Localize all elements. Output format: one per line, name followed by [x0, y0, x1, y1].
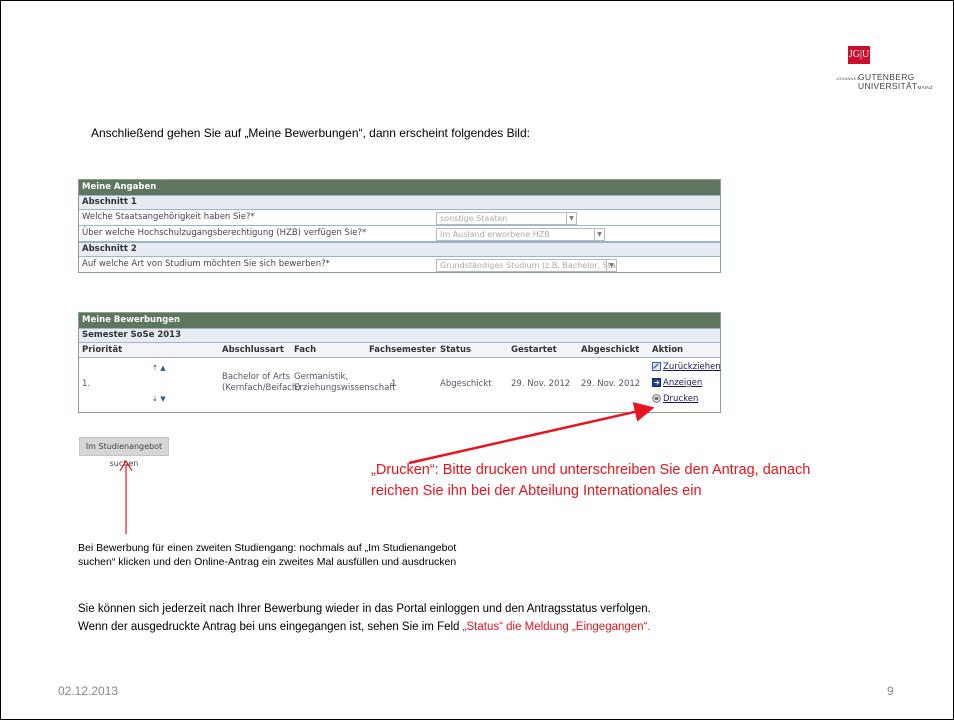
footer-date: 02.12.2013: [58, 684, 119, 698]
slide: JG|U JOHANNES GUTENBERG UNIVERSITÄTMAINZ…: [0, 0, 954, 720]
page-number: 9: [887, 684, 894, 698]
annotation-arrows: [119, 402, 655, 534]
red-arrow-to-drucken: [408, 402, 655, 465]
